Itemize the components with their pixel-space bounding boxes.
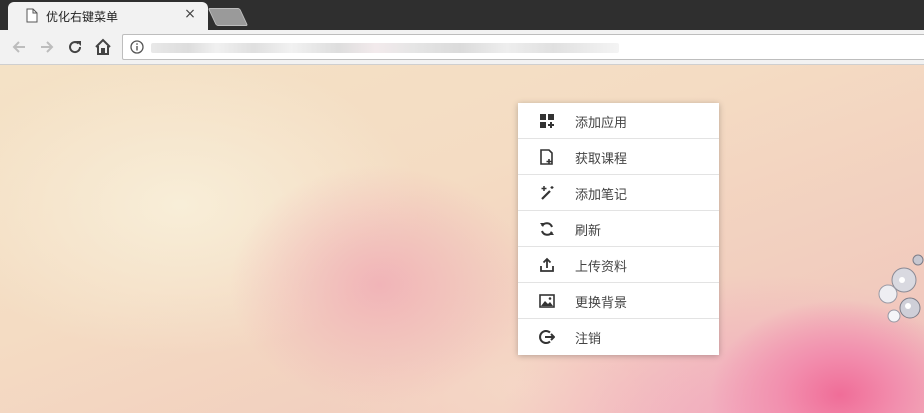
menu-item-label: 上传资料 [575, 260, 628, 275]
menu-item-label: 添加笔记 [575, 188, 628, 203]
context-menu: 添加应用 获取课程 添加笔记 刷新 上传资料 更换背景 注销 [518, 103, 719, 355]
browser-tab[interactable]: 优化右键菜单 × [8, 2, 208, 30]
menu-item-label: 注销 [575, 332, 602, 347]
menu-item-change-background[interactable]: 更换背景 [518, 283, 719, 319]
menu-item-upload[interactable]: 上传资料 [518, 247, 719, 283]
reload-icon[interactable] [66, 38, 84, 56]
page-icon [26, 8, 38, 23]
menu-item-label: 刷新 [575, 224, 602, 239]
back-arrow-icon[interactable] [10, 38, 28, 56]
menu-item-get-course[interactable]: 获取课程 [518, 139, 719, 175]
new-tab-button[interactable] [207, 8, 249, 26]
menu-item-add-note[interactable]: 添加笔记 [518, 175, 719, 211]
apps-add-icon [540, 114, 554, 128]
menu-item-refresh[interactable]: 刷新 [518, 211, 719, 247]
tab-strip: 优化右键菜单 × [0, 0, 924, 30]
tab-title: 优化右键菜单 [46, 10, 119, 24]
upload-icon [540, 257, 554, 272]
address-bar[interactable] [122, 34, 924, 60]
info-icon[interactable] [130, 40, 144, 54]
magic-wand-icon [541, 186, 554, 200]
menu-item-label: 添加应用 [575, 116, 628, 131]
menu-item-label: 获取课程 [575, 152, 628, 167]
menu-item-label: 更换背景 [575, 296, 628, 311]
document-add-icon [540, 149, 553, 165]
forward-arrow-icon[interactable] [38, 38, 56, 56]
menu-item-add-app[interactable]: 添加应用 [518, 103, 719, 139]
image-icon [539, 294, 555, 308]
page-background[interactable] [0, 65, 924, 413]
browser-toolbar [0, 30, 924, 65]
jewel-decoration [878, 254, 924, 323]
home-icon[interactable] [94, 38, 112, 56]
close-tab-icon[interactable]: × [182, 6, 198, 22]
logout-icon [539, 330, 555, 344]
refresh-icon [540, 222, 554, 236]
obscured-url [151, 43, 619, 53]
menu-item-logout[interactable]: 注销 [518, 319, 719, 355]
